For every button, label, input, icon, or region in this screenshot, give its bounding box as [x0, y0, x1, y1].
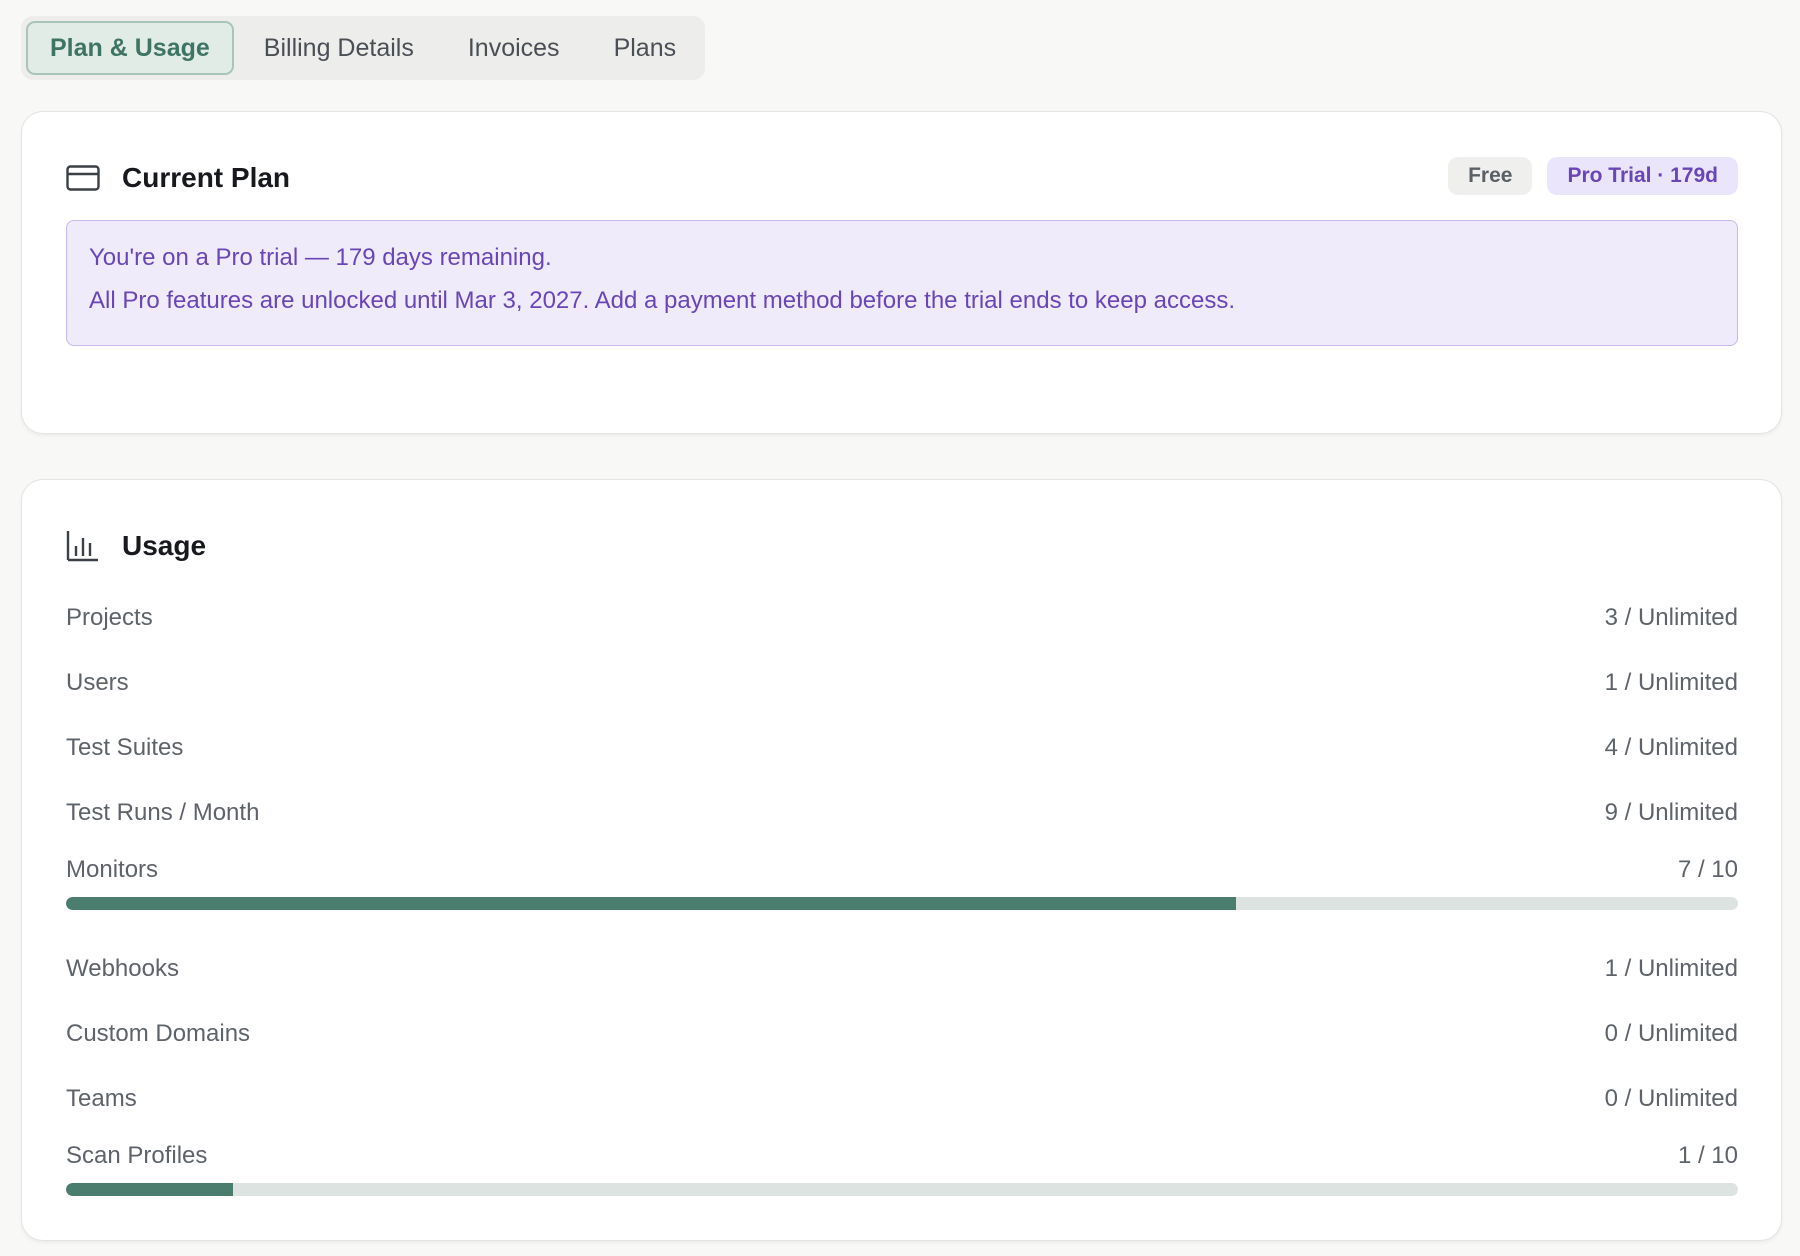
usage-label: Test Suites [66, 733, 184, 761]
usage-value: 3 / Unlimited [1604, 603, 1738, 631]
usage-row-scan-profiles: Scan Profiles 1 / 10 [66, 1131, 1738, 1181]
billing-page: Plan & Usage Billing Details Invoices Pl… [0, 0, 1800, 1256]
usage-row-test-suites: Test Suites 4 / Unlimited [66, 715, 1738, 780]
usage-row-monitors: Monitors 7 / 10 [66, 845, 1738, 895]
usage-row-custom-domains: Custom Domains 0 / Unlimited [66, 1001, 1738, 1066]
usage-label: Projects [66, 603, 153, 631]
current-plan-card: Current Plan Free Pro Trial · 179d You'r… [21, 111, 1782, 434]
monitors-progress-bar [66, 897, 1738, 910]
usage-label: Scan Profiles [66, 1142, 208, 1169]
billing-tabs: Plan & Usage Billing Details Invoices Pl… [21, 16, 706, 80]
current-plan-title: Current Plan [122, 162, 291, 193]
usage-row-test-runs: Test Runs / Month 9 / Unlimited [66, 780, 1738, 845]
usage-row-users: Users 1 / Unlimited [66, 650, 1738, 715]
trial-notice-title: You're on a Pro trial — 179 days remaini… [89, 244, 552, 271]
free-badge: Free [1448, 157, 1533, 195]
usage-value: 4 / Unlimited [1604, 733, 1738, 761]
usage-row-projects: Projects 3 / Unlimited [66, 585, 1738, 650]
usage-value: 1 / Unlimited [1604, 668, 1738, 696]
usage-title: Usage [122, 530, 207, 561]
usage-label: Monitors [66, 856, 159, 883]
usage-value: 1 / Unlimited [1604, 954, 1738, 982]
progress-fill [66, 1183, 234, 1196]
plan-badges: Free Pro Trial · 179d [1448, 157, 1738, 195]
credit-card-icon [66, 165, 100, 191]
usage-list: Projects 3 / Unlimited Users 1 / Unlimit… [66, 585, 1738, 1222]
usage-card: Usage Projects 3 / Unlimited Users 1 / U… [21, 479, 1782, 1241]
usage-value: 0 / Unlimited [1604, 1084, 1738, 1112]
usage-label: Test Runs / Month [66, 798, 260, 826]
usage-label: Users [66, 668, 129, 696]
usage-value: 7 / 10 [1677, 856, 1738, 883]
tab-invoices[interactable]: Invoices [444, 21, 584, 75]
scan-profiles-progress-bar [66, 1183, 1738, 1196]
progress-fill [66, 897, 1237, 910]
pro-trial-badge: Pro Trial · 179d [1547, 157, 1738, 195]
usage-label: Teams [66, 1084, 137, 1112]
tab-plans[interactable]: Plans [590, 21, 701, 75]
current-plan-header: Current Plan [66, 162, 290, 194]
usage-header: Usage [66, 530, 206, 562]
usage-row-webhooks: Webhooks 1 / Unlimited [66, 936, 1738, 1001]
tab-billing-details[interactable]: Billing Details [240, 21, 438, 75]
bar-chart-icon [66, 530, 100, 562]
usage-label: Custom Domains [66, 1019, 251, 1047]
trial-notice: You're on a Pro trial — 179 days remaini… [66, 220, 1738, 346]
usage-value: 1 / 10 [1677, 1142, 1738, 1169]
usage-value: 9 / Unlimited [1604, 798, 1738, 826]
trial-notice-body: All Pro features are unlocked until Mar … [89, 287, 1235, 314]
tab-plan-usage[interactable]: Plan & Usage [26, 21, 234, 75]
usage-row-teams: Teams 0 / Unlimited [66, 1066, 1738, 1131]
usage-value: 0 / Unlimited [1604, 1019, 1738, 1047]
usage-label: Webhooks [66, 954, 179, 982]
